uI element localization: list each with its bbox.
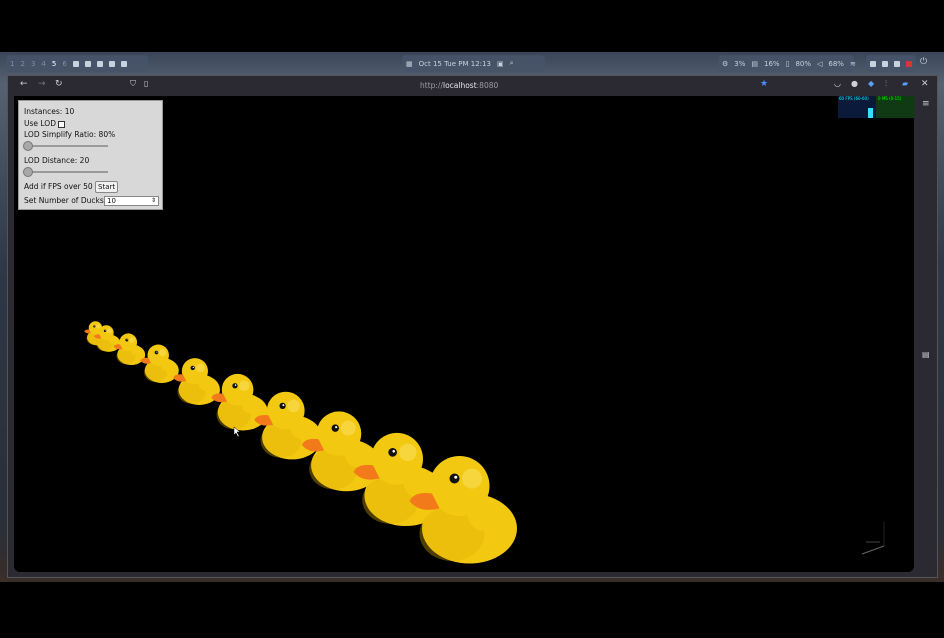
app-icon[interactable] — [84, 60, 91, 67]
instances-label: Instances: 10 — [24, 107, 75, 116]
set-ducks-row: Set Number of Ducks: 10 ⇕ — [24, 196, 159, 207]
workspace-3[interactable]: 3 — [31, 60, 35, 68]
workspace-4[interactable]: 4 — [41, 60, 45, 68]
add-fps-label: Add if FPS over 50 — [24, 182, 93, 191]
extension-icon[interactable]: ▰ — [902, 79, 908, 88]
cpu-icon: ⚙ — [722, 59, 729, 68]
start-button[interactable]: Start — [95, 181, 119, 193]
tray-icons — [866, 55, 916, 72]
power-icon[interactable]: ⏻ — [920, 57, 927, 67]
axes-helper — [861, 522, 885, 555]
slider-knob[interactable] — [23, 167, 33, 177]
menu-icon[interactable]: ≡ — [922, 99, 930, 109]
shield-icon[interactable]: ⛉ — [130, 79, 136, 89]
lod-ratio-slider[interactable] — [23, 141, 108, 151]
url-port: :8080 — [476, 81, 499, 90]
disk-value: 80% — [795, 59, 811, 68]
tray-icon[interactable] — [906, 60, 912, 67]
volume-value: 68% — [828, 59, 844, 68]
disk-icon: ▯ — [785, 59, 790, 68]
search-icon: ⌕ — [509, 59, 514, 67]
address-bar[interactable]: http://localhost:8080 — [420, 81, 498, 90]
clock-text: Oct 15 Tue PM 12:13 — [418, 59, 491, 68]
url-prefix: http:// — [420, 81, 443, 90]
page-icon[interactable]: ▯ — [144, 79, 148, 88]
calendar-icon: ▦ — [406, 59, 413, 68]
spinner-icon[interactable]: ⇕ — [151, 197, 156, 204]
extension-icon[interactable]: ⫶ — [885, 79, 887, 89]
clock-widget[interactable]: ▦ Oct 15 Tue PM 12:13 ▣ ⌕ — [402, 55, 545, 72]
workspace-2[interactable]: 2 — [20, 60, 24, 68]
webgl-viewport[interactable]: Instances: 10 Use LOD LOD Simplify Ratio… — [14, 96, 914, 572]
slider-knob[interactable] — [23, 141, 33, 151]
fps-label: 60 FPS (60-60) — [839, 96, 869, 101]
close-icon[interactable]: ✕ — [921, 79, 929, 89]
workspace-switcher: 1 2 3 4 5 6 — [6, 55, 148, 72]
fps-bar — [868, 108, 873, 118]
app-icon[interactable] — [120, 60, 127, 67]
lod-ratio-label: LOD Simplify Ratio: 80% — [24, 130, 116, 139]
memory-value: 16% — [764, 59, 780, 68]
ducks-number-input[interactable]: 10 ⇕ — [104, 196, 159, 206]
browser-sidebar: ≡ ▤ — [915, 96, 937, 574]
wifi-icon: ≋ — [849, 59, 856, 68]
use-lod-row: Use LOD — [24, 119, 65, 128]
extension-icon[interactable]: ◆ — [868, 79, 874, 88]
window-icon: ▣ — [496, 59, 504, 68]
use-lod-label: Use LOD — [24, 119, 56, 128]
pocket-icon[interactable]: ◡ — [834, 79, 841, 88]
ducks-number-value: 10 — [107, 197, 116, 205]
set-ducks-label: Set Number of Ducks: — [24, 196, 107, 205]
app-icon[interactable] — [96, 60, 103, 67]
back-icon[interactable]: ← — [20, 79, 28, 89]
extension-icon[interactable]: ● — [851, 79, 858, 88]
volume-icon: ◁ — [817, 59, 823, 68]
tray-icon[interactable] — [870, 60, 876, 67]
tray-icon[interactable] — [894, 60, 900, 67]
cpu-value: 3% — [734, 59, 746, 68]
bookmark-star-icon[interactable]: ★ — [760, 79, 768, 89]
rubber-duck — [140, 344, 179, 383]
sidebar-panel-icon[interactable]: ▤ — [922, 350, 930, 359]
lod-distance-label: LOD Distance: 20 — [24, 156, 90, 165]
system-stats: ⚙ 3% ▤ 16% ▯ 80% ◁ 68% ≋ — [718, 55, 856, 72]
top-panel: 1 2 3 4 5 6 ▦ Oct 15 Tue PM 12:13 ▣ ⌕ ⚙ 3… — [4, 55, 940, 73]
rubber-duck — [113, 333, 146, 366]
tray-icon[interactable] — [882, 60, 888, 67]
workspace-6[interactable]: 6 — [62, 60, 66, 68]
app-icon[interactable] — [72, 60, 79, 67]
lod-distance-slider[interactable] — [23, 167, 108, 177]
stats-widget[interactable]: 60 FPS (60-60) 0 MS (0-15) — [838, 96, 914, 118]
use-lod-checkbox[interactable] — [58, 120, 65, 128]
reload-icon[interactable]: ↻ — [55, 79, 63, 89]
add-fps-row: Add if FPS over 50 Start — [24, 181, 119, 193]
memory-icon: ▤ — [751, 59, 759, 68]
browser-toolbar: ← → ↻ ⛉ ▯ http://localhost:8080 ★ ◡ ● ◆ … — [8, 76, 937, 96]
workspace-1[interactable]: 1 — [10, 60, 14, 68]
control-panel: Instances: 10 Use LOD LOD Simplify Ratio… — [18, 100, 163, 210]
browser-window: ← → ↻ ⛉ ▯ http://localhost:8080 ★ ◡ ● ◆ … — [7, 75, 938, 578]
url-host: localhost — [442, 81, 477, 90]
app-icon[interactable] — [108, 60, 115, 67]
forward-icon[interactable]: → — [38, 79, 46, 89]
workspace-5[interactable]: 5 — [52, 60, 56, 68]
ms-label: 0 MS (0-15) — [878, 96, 902, 101]
